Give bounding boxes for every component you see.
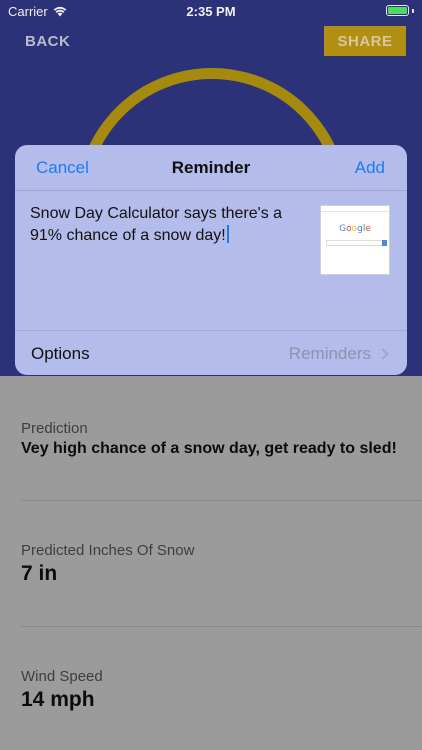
sheet-header: Cancel Reminder Add [15,145,407,190]
reminders-list-selector[interactable]: Reminders [288,344,389,364]
options-divider [15,330,407,331]
snow-label: Predicted Inches Of Snow [21,542,195,559]
page-thumbnail: Google [320,205,390,275]
options-label[interactable]: Options [31,344,90,364]
wind-label: Wind Speed [21,668,103,685]
share-button[interactable]: SHARE [324,26,406,56]
battery-icon [386,5,409,16]
text-cursor [226,225,229,243]
reminders-value: Reminders [288,344,371,363]
info-list: Prediction Vey high chance of a snow day… [0,376,422,750]
thumbnail-search-button [382,240,387,246]
prediction-label: Prediction [21,420,88,437]
list-divider [21,500,422,501]
add-button[interactable]: Add [355,158,385,178]
sheet-header-divider [15,190,407,191]
wind-row: Wind Speed 14 mph [21,668,422,712]
wind-value: 14 mph [21,688,95,711]
status-bar: Carrier 2:35 PM [0,0,422,22]
prediction-row: Prediction Vey high chance of a snow day… [21,420,422,458]
chevron-right-icon [377,348,389,360]
snow-row: Predicted Inches Of Snow 7 in [21,542,422,586]
reminder-text: Snow Day Calculator says there's a 91% c… [30,205,283,244]
back-button[interactable]: BACK [25,33,70,50]
status-time: 2:35 PM [186,4,236,19]
snow-value: 7 in [21,562,58,585]
thumbnail-toolbar [321,206,389,212]
thumbnail-logo: Google [339,224,371,234]
battery-tip [412,8,414,13]
cancel-button[interactable]: Cancel [36,158,89,178]
thumbnail-search-box [326,240,384,246]
list-divider [21,626,422,627]
reminder-text-field[interactable]: Snow Day Calculator says there's a 91% c… [30,203,310,247]
battery-indicator [386,5,414,16]
reminder-share-sheet: Cancel Reminder Add Snow Day Calculator … [15,145,407,375]
prediction-value: Vey high chance of a snow day, get ready… [21,440,397,457]
